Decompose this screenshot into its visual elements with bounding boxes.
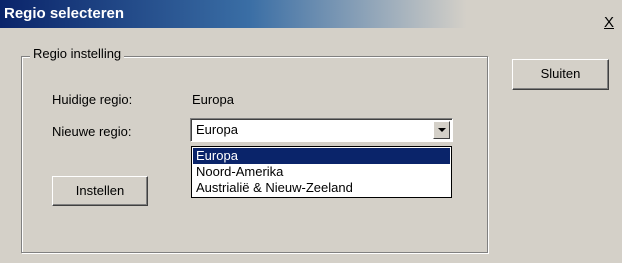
close-button-label: Sluiten	[540, 66, 581, 81]
apply-button-label: Instellen	[75, 183, 125, 198]
dropdown-option-europa[interactable]: Europa	[193, 148, 450, 164]
close-window-button[interactable]: X	[601, 15, 617, 31]
current-region-label: Huidige regio:	[52, 92, 133, 107]
new-region-select[interactable]: Europa	[190, 118, 453, 142]
title-bar: Regio selecteren	[0, 0, 622, 28]
close-button[interactable]: Sluiten	[512, 59, 609, 90]
chevron-down-icon[interactable]	[433, 121, 450, 139]
region-dropdown-list: Europa Noord-Amerika Austrialië & Nieuw-…	[191, 146, 452, 198]
dropdown-option-australie[interactable]: Austrialië & Nieuw-Zeeland	[193, 180, 450, 196]
group-legend: Regio instelling	[30, 46, 125, 61]
current-region-value: Europa	[192, 92, 234, 107]
apply-button[interactable]: Instellen	[52, 176, 148, 206]
dropdown-option-noord-amerika[interactable]: Noord-Amerika	[193, 164, 450, 180]
window-title: Regio selecteren	[4, 5, 125, 22]
new-region-label: Nieuwe regio:	[52, 124, 132, 139]
new-region-select-value: Europa	[196, 122, 238, 137]
